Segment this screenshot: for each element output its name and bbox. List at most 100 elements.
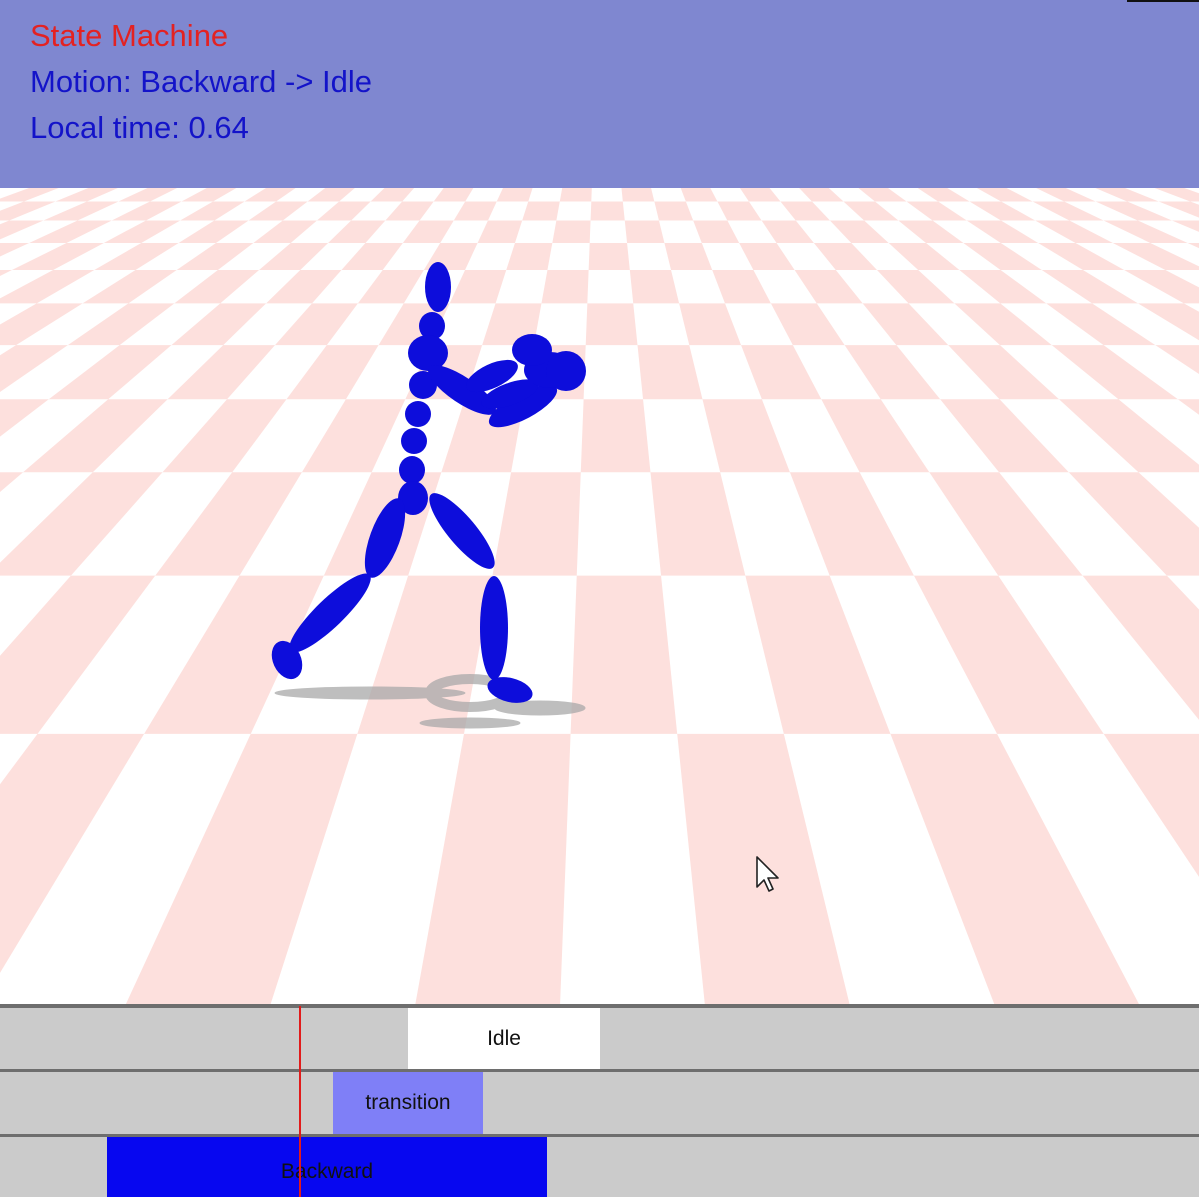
floor-tile bbox=[528, 188, 563, 202]
floor-tile bbox=[215, 220, 283, 243]
floor-tile bbox=[0, 472, 93, 563]
floor-tile bbox=[829, 575, 998, 734]
floor-tile bbox=[9, 201, 87, 221]
floor-tile bbox=[560, 733, 705, 1006]
floor-tile bbox=[835, 270, 909, 304]
floor-tile bbox=[753, 270, 817, 304]
floor-tile bbox=[685, 201, 728, 221]
floor-tile bbox=[53, 242, 142, 271]
floor-tile bbox=[419, 201, 466, 221]
floor-tile bbox=[223, 303, 313, 346]
character-shoulder bbox=[408, 335, 448, 371]
scene-canvas bbox=[0, 188, 1199, 1006]
floor-tile bbox=[828, 188, 875, 202]
floor-tile bbox=[0, 399, 109, 473]
backward-track[interactable]: Backward bbox=[0, 1137, 1199, 1197]
checkerboard-floor bbox=[0, 188, 1199, 1006]
floor-tile bbox=[440, 220, 488, 243]
idle-track[interactable]: Idle bbox=[0, 1008, 1199, 1069]
floor-tile bbox=[145, 201, 214, 221]
floor-tile bbox=[776, 242, 836, 271]
floor-tile bbox=[947, 188, 1002, 202]
local-time-label: Local time: 0.64 bbox=[30, 110, 249, 145]
floor-tile bbox=[783, 733, 995, 1006]
floor-tile bbox=[997, 733, 1199, 1006]
floor-tile bbox=[725, 303, 793, 346]
floor-tile bbox=[227, 345, 327, 400]
floor-tile bbox=[918, 270, 1001, 304]
floor-tile bbox=[1118, 399, 1199, 465]
floor-tile bbox=[108, 345, 224, 400]
floor-tile bbox=[239, 472, 372, 576]
floor-tile bbox=[150, 188, 207, 202]
floor-tile bbox=[643, 399, 721, 473]
floor-tile bbox=[290, 220, 352, 243]
floor-tile bbox=[351, 201, 403, 221]
floor-tile bbox=[583, 345, 644, 400]
floor-tile bbox=[92, 399, 228, 473]
motion-label: Motion: Backward -> Idle bbox=[30, 64, 373, 99]
floor-tile bbox=[622, 201, 659, 221]
character-spine bbox=[401, 428, 427, 454]
floor-tile bbox=[938, 201, 1001, 221]
floor-tile bbox=[36, 270, 136, 304]
floor-tile bbox=[1127, 201, 1199, 221]
floor-tile bbox=[232, 399, 346, 473]
floor-tile bbox=[213, 188, 267, 202]
transition-clip[interactable]: transition bbox=[333, 1072, 483, 1134]
floor-tile bbox=[1064, 201, 1138, 221]
floor-tile bbox=[1103, 345, 1199, 400]
floor-tile bbox=[795, 220, 852, 243]
motion-timeline[interactable]: Idle transition Backward bbox=[0, 1004, 1199, 1197]
backward-clip[interactable]: Backward bbox=[107, 1137, 547, 1197]
floor-tile bbox=[576, 472, 662, 576]
floor-tile bbox=[66, 220, 146, 243]
floor-tile bbox=[495, 270, 548, 304]
floor-tile bbox=[1006, 188, 1065, 202]
floor-tile bbox=[880, 399, 1000, 473]
floor-tile bbox=[1000, 270, 1093, 304]
floor-tile bbox=[888, 188, 939, 202]
3d-viewport[interactable] bbox=[0, 188, 1199, 1006]
floor-tile bbox=[270, 733, 464, 1006]
floor-tile bbox=[1000, 303, 1104, 346]
floor-tile bbox=[999, 472, 1167, 576]
floor-tile bbox=[816, 303, 897, 346]
floor-tile bbox=[998, 575, 1199, 734]
floor-tile bbox=[300, 242, 366, 271]
idle-clip-label: Idle bbox=[487, 1026, 521, 1050]
floor-tile bbox=[761, 399, 860, 473]
floor-tile bbox=[365, 220, 420, 243]
character-hand bbox=[546, 351, 586, 391]
floor-tile bbox=[547, 242, 590, 271]
idle-clip[interactable]: Idle bbox=[408, 1008, 600, 1069]
character-hand bbox=[512, 334, 552, 366]
transition-track[interactable]: transition bbox=[0, 1072, 1199, 1134]
floor-tile bbox=[658, 220, 702, 243]
floor-tile bbox=[220, 270, 301, 304]
floor-tile bbox=[1001, 201, 1070, 221]
playhead-marker[interactable] bbox=[299, 1006, 301, 1197]
floor-tile bbox=[312, 270, 383, 304]
floor-tile bbox=[339, 188, 385, 202]
floor-tile bbox=[926, 242, 1001, 271]
floor-tile bbox=[792, 345, 881, 400]
floor-tile bbox=[769, 188, 812, 202]
character-head bbox=[425, 262, 451, 312]
floor-tile bbox=[465, 188, 503, 202]
floor-tile bbox=[591, 188, 623, 202]
floor-tile bbox=[326, 303, 404, 346]
floor-tile bbox=[1000, 242, 1083, 271]
floor-tile bbox=[1075, 242, 1166, 271]
state-machine-title: State Machine bbox=[30, 18, 229, 53]
character-spine bbox=[399, 456, 425, 484]
floor-tile bbox=[932, 220, 1001, 243]
floor-tile bbox=[710, 188, 749, 202]
floor-tile bbox=[16, 303, 129, 346]
floor-tile bbox=[0, 220, 78, 243]
floor-tile bbox=[896, 345, 1000, 400]
floor-tile bbox=[556, 201, 592, 221]
floor-tile bbox=[1124, 188, 1191, 202]
floor-tile bbox=[875, 201, 933, 221]
floor-tile bbox=[689, 345, 762, 400]
